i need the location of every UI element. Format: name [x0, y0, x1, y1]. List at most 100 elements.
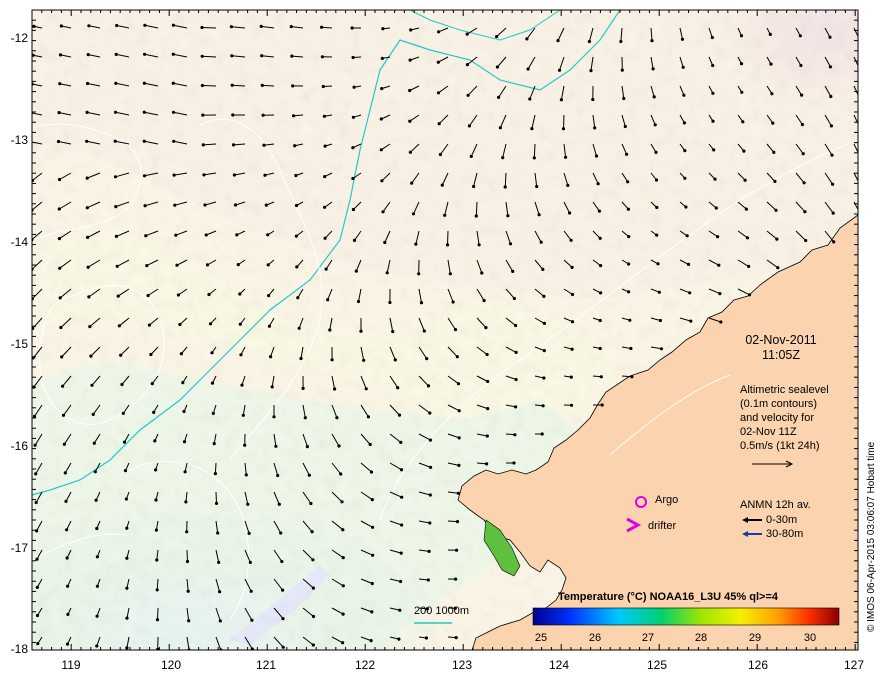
- velocity-arrowhead: [249, 589, 253, 593]
- velocity-arrowhead: [486, 379, 490, 384]
- velocity-arrowhead: [88, 325, 92, 329]
- velocity-arrowhead: [424, 636, 428, 640]
- velocity-arrowhead: [293, 144, 297, 148]
- velocity-arrowhead: [310, 530, 314, 534]
- velocity-arrowhead: [86, 235, 90, 239]
- velocity-arrowhead: [236, 263, 240, 267]
- velocity-arrowhead: [364, 387, 368, 391]
- velocity-arrowhead: [659, 347, 664, 351]
- velocity-arrowhead: [203, 203, 207, 207]
- velocity-arrowhead: [341, 641, 345, 645]
- velocity-arrowhead: [362, 358, 366, 362]
- velocity-arrowhead: [771, 121, 775, 125]
- lat-label-12: -12: [10, 31, 28, 45]
- velocity-arrow: [215, 491, 217, 504]
- velocity-arrowhead: [35, 585, 39, 590]
- velocity-arrowhead: [320, 25, 324, 29]
- velocity-arrowhead: [514, 405, 518, 409]
- velocity-arrowhead: [627, 235, 631, 239]
- velocity-arrowhead: [742, 149, 746, 153]
- velocity-arrowhead: [719, 320, 723, 324]
- velocity-arrowhead: [264, 203, 268, 207]
- velocity-arrowhead: [323, 175, 327, 179]
- velocity-arrowhead: [622, 96, 626, 101]
- velocity-arrowhead: [495, 65, 499, 69]
- velocity-arrowhead: [739, 34, 744, 38]
- velocity-arrowhead: [184, 500, 188, 504]
- velocity-arrowhead: [56, 139, 61, 144]
- velocity-arrowhead: [186, 589, 190, 593]
- velocity-arrowhead: [294, 234, 298, 238]
- velocity-arrowhead: [66, 584, 70, 588]
- velocity-arrowhead: [427, 549, 431, 554]
- velocity-arrowhead: [714, 206, 718, 210]
- velocity-arrowhead: [776, 266, 780, 270]
- velocity-arrowhead: [213, 472, 217, 476]
- velocity-arrowhead: [269, 355, 273, 359]
- velocity-arrowhead: [596, 182, 600, 186]
- velocity-arrowhead: [514, 323, 518, 328]
- velocity-arrowhead: [542, 294, 546, 298]
- velocity-arrowhead: [57, 111, 61, 115]
- velocity-arrowhead: [657, 290, 661, 294]
- velocity-arrowhead: [351, 146, 355, 150]
- velocity-arrowhead: [235, 233, 239, 237]
- velocity-arrowhead: [171, 81, 175, 85]
- lat-label-14: -14: [10, 235, 28, 249]
- velocity-arrowhead: [307, 473, 311, 477]
- lat-label-15: -15: [10, 337, 28, 351]
- velocity-arrowhead: [655, 233, 659, 237]
- velocity-arrowhead: [620, 68, 624, 72]
- velocity-arrowhead: [154, 468, 158, 472]
- lon-label-122: 122: [354, 658, 376, 672]
- colorbar: [532, 607, 840, 626]
- velocity-arrowhead: [800, 122, 805, 127]
- velocity-arrowhead: [324, 267, 328, 271]
- velocity-arrowhead: [178, 322, 182, 327]
- velocity-arrowhead: [743, 178, 747, 182]
- velocity-arrowhead: [626, 180, 630, 184]
- velocity-arrowhead: [682, 93, 686, 97]
- velocity-arrowhead: [599, 375, 603, 379]
- velocity-arrowhead: [323, 236, 327, 240]
- velocity-arrowhead: [301, 386, 305, 390]
- velocity-arrowhead: [309, 501, 313, 506]
- velocity-arrowhead: [279, 531, 283, 535]
- velocity-arrowhead: [87, 295, 91, 299]
- velocity-arrowhead: [508, 242, 513, 246]
- velocity-arrowhead: [85, 110, 89, 114]
- velocity-arrowhead: [716, 235, 720, 239]
- velocity-arrowhead: [85, 206, 89, 210]
- velocity-arrowhead: [485, 434, 489, 438]
- velocity-arrowhead: [568, 211, 572, 215]
- velocity-arrowhead: [711, 63, 715, 68]
- velocity-arrowhead: [260, 83, 264, 87]
- velocity-arrowhead: [260, 54, 264, 58]
- velocity-arrowhead: [426, 384, 431, 388]
- velocity-arrowhead: [689, 319, 693, 323]
- velocity-arrowhead: [625, 152, 629, 156]
- date-label: 02-Nov-2011: [745, 333, 817, 347]
- velocity-arrowhead: [57, 177, 62, 182]
- velocity-arrowhead: [380, 179, 384, 183]
- velocity-arrowhead: [654, 178, 659, 182]
- velocity-arrowhead: [569, 375, 573, 379]
- velocity-arrowhead: [173, 203, 177, 207]
- velocity-arrowhead: [266, 263, 270, 267]
- velocity-arrowhead: [311, 643, 315, 647]
- velocity-arrowhead: [124, 497, 128, 501]
- velocity-arrowhead: [200, 54, 204, 58]
- velocity-arrowhead: [143, 52, 147, 56]
- velocity-arrowhead: [368, 442, 372, 447]
- lat-label-13: -13: [10, 133, 28, 147]
- velocity-arrowhead: [798, 34, 802, 38]
- velocity-arrowhead: [341, 612, 345, 616]
- velocity-arrowhead: [149, 352, 153, 357]
- velocity-arrowhead: [399, 468, 404, 472]
- velocity-arrowhead: [295, 265, 299, 269]
- velocity-arrowhead: [769, 62, 773, 66]
- velocity-arrowhead: [34, 500, 38, 505]
- velocity-arrowhead: [292, 114, 296, 118]
- altimetry-legend: Altimetric sealevel (0.1m contours) and …: [740, 383, 829, 453]
- velocity-arrowhead: [598, 236, 602, 240]
